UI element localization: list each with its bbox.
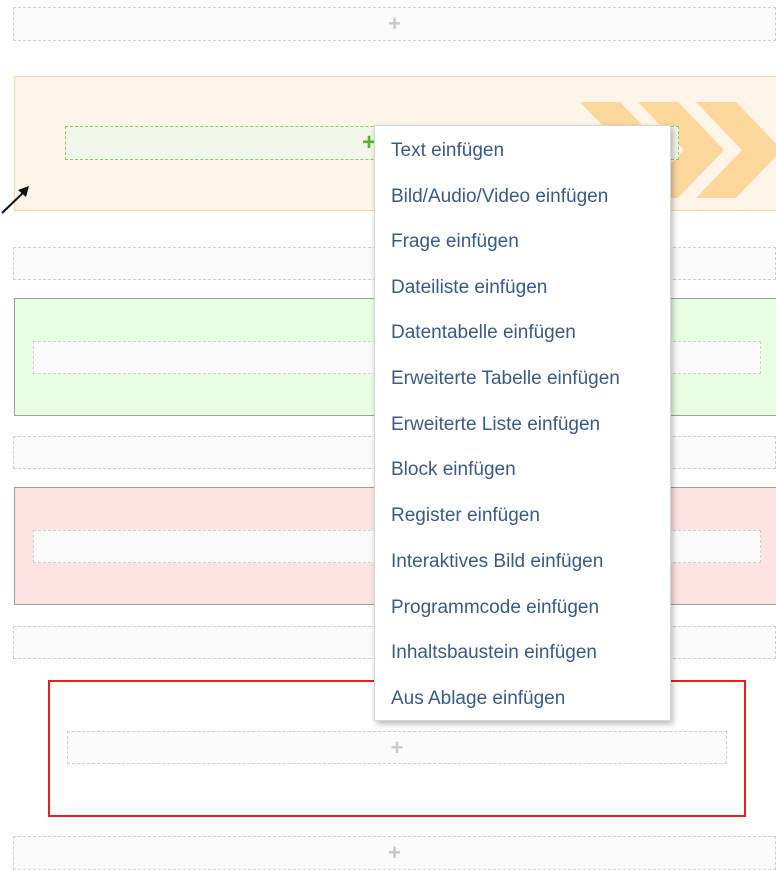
- add-icon: +: [388, 11, 401, 36]
- menu-item-register[interactable]: Register einfügen: [391, 505, 540, 527]
- add-icon: +: [388, 840, 401, 865]
- pointer-arrow-icon: [1, 186, 29, 214]
- menu-item-data-table[interactable]: Datentabelle einfügen: [391, 322, 576, 344]
- insert-zone-bottom[interactable]: +: [13, 836, 776, 870]
- menu-item-content-module[interactable]: Inhaltsbaustein einfügen: [391, 642, 597, 664]
- insert-zone-highlighted-block[interactable]: +: [67, 731, 727, 764]
- add-icon: +: [390, 734, 404, 760]
- menu-item-advanced-table[interactable]: Erweiterte Tabelle einfügen: [391, 368, 620, 390]
- menu-item-text[interactable]: Text einfügen: [391, 140, 504, 162]
- menu-item-block[interactable]: Block einfügen: [391, 459, 516, 481]
- menu-item-file-list[interactable]: Dateiliste einfügen: [391, 277, 547, 299]
- insert-zone-top[interactable]: +: [13, 7, 776, 41]
- menu-item-code[interactable]: Programmcode einfügen: [391, 597, 599, 619]
- insert-context-menu: Text einfügen Bild/Audio/Video einfügen …: [374, 125, 671, 721]
- menu-item-interactive-image[interactable]: Interaktives Bild einfügen: [391, 551, 603, 573]
- menu-item-media[interactable]: Bild/Audio/Video einfügen: [391, 186, 608, 208]
- menu-item-advanced-list[interactable]: Erweiterte Liste einfügen: [391, 414, 600, 436]
- menu-item-paste[interactable]: Aus Ablage einfügen: [391, 688, 565, 710]
- menu-item-question[interactable]: Frage einfügen: [391, 231, 519, 253]
